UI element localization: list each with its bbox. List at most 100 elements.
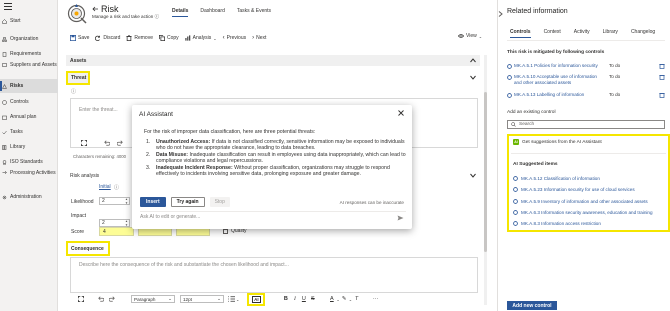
- nav-item-iso-standards[interactable]: ISO Standards: [0, 155, 58, 169]
- nav-item-suppliers-and-assets[interactable]: Suppliers and Assets: [0, 61, 58, 77]
- redo-icon[interactable]: [109, 296, 115, 302]
- suggested-control-link[interactable]: MK.A.6.3 Information security awareness,…: [513, 210, 653, 215]
- underline-icon[interactable]: U: [299, 296, 308, 302]
- nav-item-start[interactable]: Start: [0, 14, 58, 28]
- ai-assistant-button[interactable]: AI: [247, 292, 266, 306]
- undo-icon[interactable]: [98, 296, 104, 302]
- initial-link[interactable]: Initial: [99, 184, 111, 190]
- send-icon[interactable]: [397, 215, 404, 221]
- expand-icon[interactable]: [81, 140, 87, 146]
- stop-button[interactable]: Stop: [209, 197, 230, 207]
- score-label: Score: [71, 229, 85, 235]
- assets-section-header[interactable]: Assets: [66, 55, 480, 66]
- nav-item-processing-activities[interactable]: Processing Activities: [0, 169, 58, 185]
- copy-button[interactable]: Copy: [158, 35, 179, 41]
- nav-item-annual-plan[interactable]: Annual plan: [0, 110, 58, 124]
- nav-item-risks[interactable]: Risks: [0, 79, 58, 93]
- nav-item-requirements[interactable]: Requirements: [0, 47, 58, 61]
- checkbox-box: [223, 228, 228, 234]
- clear-format-icon[interactable]: T: [352, 296, 361, 302]
- control-icon: [507, 64, 512, 69]
- view-button[interactable]: View ⌄: [458, 33, 482, 39]
- threat-suggestion: 1. Unauthorized Access: If data is not c…: [144, 139, 406, 151]
- chevron-down-icon: ⌄: [217, 296, 221, 301]
- analysis-label: Analysis: [192, 35, 212, 41]
- search-placeholder: Search: [519, 122, 535, 127]
- nav-item-label: Organization: [10, 36, 39, 42]
- likelihood-input[interactable]: 2 ▲ ▼: [99, 197, 130, 205]
- previous-label: Previous: [226, 35, 247, 41]
- font-size-select[interactable]: 12pt ⌄: [180, 295, 224, 303]
- add-new-control-button[interactable]: Add new control: [507, 301, 557, 310]
- analysis-button[interactable]: Analysis ⌄: [185, 35, 217, 41]
- control-search-input[interactable]: Search: [507, 120, 665, 129]
- likelihood-value: 2: [102, 198, 105, 204]
- nav-item-tasks[interactable]: Tasks: [0, 125, 58, 139]
- chevron-right-icon[interactable]: [498, 11, 503, 17]
- consequence-textarea[interactable]: Describe here the consequence of the ris…: [70, 257, 478, 293]
- next-button[interactable]: › Next: [252, 35, 266, 41]
- threat-title: Data Misuse:: [156, 152, 188, 159]
- ai-disclaimer: AI responses can be inaccurate: [339, 200, 404, 205]
- list-icon[interactable]: [228, 296, 236, 302]
- insert-button[interactable]: Insert: [140, 197, 166, 207]
- italic-icon[interactable]: I: [290, 296, 299, 302]
- strikethrough-icon[interactable]: S: [308, 296, 317, 302]
- suggested-control-link[interactable]: MK.A.5.9 Inventory of information and ot…: [513, 199, 648, 204]
- discard-button[interactable]: Discard: [95, 35, 120, 41]
- main-scrollbar-thumb[interactable]: [484, 92, 487, 252]
- tab-tasks-events[interactable]: Tasks & Events: [237, 8, 271, 14]
- threat-suggestion: 2. Data Misuse: Inadequate classificatio…: [144, 152, 406, 164]
- back-arrow-icon[interactable]: [92, 6, 99, 12]
- suggested-control-link[interactable]: MK.A.5.12 Classification of information: [513, 176, 600, 181]
- hamburger-menu-icon[interactable]: [4, 3, 14, 11]
- requirements-icon: [2, 51, 7, 57]
- control-link[interactable]: MK.A.5.13 Labelling of information: [507, 92, 605, 98]
- tab-activity[interactable]: Activity: [574, 29, 590, 35]
- suggested-control-link[interactable]: MK.A.8.3 Information access restriction: [513, 221, 601, 226]
- threat-text: Unauthorized Access: If data is not clas…: [156, 139, 406, 151]
- bold-icon[interactable]: B: [281, 296, 290, 302]
- controls-icon: [2, 99, 7, 105]
- redo-icon[interactable]: [117, 140, 123, 146]
- tab-controls[interactable]: Controls: [510, 29, 531, 38]
- highlight-icon[interactable]: ✎: [340, 296, 349, 302]
- copy-icon: [158, 35, 165, 41]
- tab-dashboard[interactable]: Dashboard: [200, 8, 224, 14]
- risk-logo-icon: [67, 4, 87, 24]
- remove-button[interactable]: Remove: [126, 35, 153, 41]
- undo-icon[interactable]: [104, 140, 110, 146]
- save-button[interactable]: Save: [70, 35, 89, 41]
- trash-icon[interactable]: [659, 63, 665, 69]
- tab-context[interactable]: Context: [544, 29, 561, 35]
- chevron-down-icon: ⌄: [236, 296, 240, 302]
- suggestion-label: MK.A.6.3 Information security awareness,…: [521, 210, 653, 215]
- ai-prompt-input[interactable]: Ask AI to edit or generate...: [140, 211, 406, 222]
- trash-icon[interactable]: [659, 74, 665, 80]
- trash-icon[interactable]: [659, 92, 665, 98]
- threat-title: Unauthorized Access:: [156, 139, 211, 145]
- control-link[interactable]: MK.A.5.10 Acceptable use of information …: [507, 74, 605, 85]
- previous-button[interactable]: ‹ Previous: [223, 35, 246, 41]
- expand-icon[interactable]: [78, 296, 84, 302]
- threat-section-header[interactable]: [66, 72, 480, 83]
- nav-item-controls[interactable]: Controls: [0, 95, 58, 109]
- nav-item-organization[interactable]: Organization: [0, 32, 58, 46]
- paragraph-style-select[interactable]: Paragraph ⌄: [131, 295, 175, 303]
- control-icon: [513, 187, 518, 192]
- get-ai-suggestions-button[interactable]: AI Get suggestions from the AI Assistant: [513, 139, 602, 145]
- more-options-icon[interactable]: ···: [371, 296, 380, 302]
- tab-changelog[interactable]: Changelog: [631, 29, 655, 35]
- impact-input[interactable]: 2 ▲ ▼: [99, 219, 130, 227]
- nav-item-library[interactable]: Library: [0, 140, 58, 154]
- suggestion-label: MK.A.5.23 Information security for use o…: [521, 187, 635, 192]
- nav-item-administration[interactable]: Administration: [0, 190, 58, 204]
- page-title: Risk: [101, 4, 119, 14]
- font-color-icon[interactable]: A: [327, 296, 336, 302]
- tab-library[interactable]: Library: [603, 29, 618, 35]
- try-again-button[interactable]: Try again: [170, 197, 205, 207]
- close-icon[interactable]: [398, 110, 404, 116]
- tab-details[interactable]: Details: [172, 8, 189, 17]
- suggested-control-link[interactable]: MK.A.5.23 Information security for use o…: [513, 187, 635, 192]
- control-link[interactable]: MK.A.5.1 Policies for information securi…: [507, 63, 605, 69]
